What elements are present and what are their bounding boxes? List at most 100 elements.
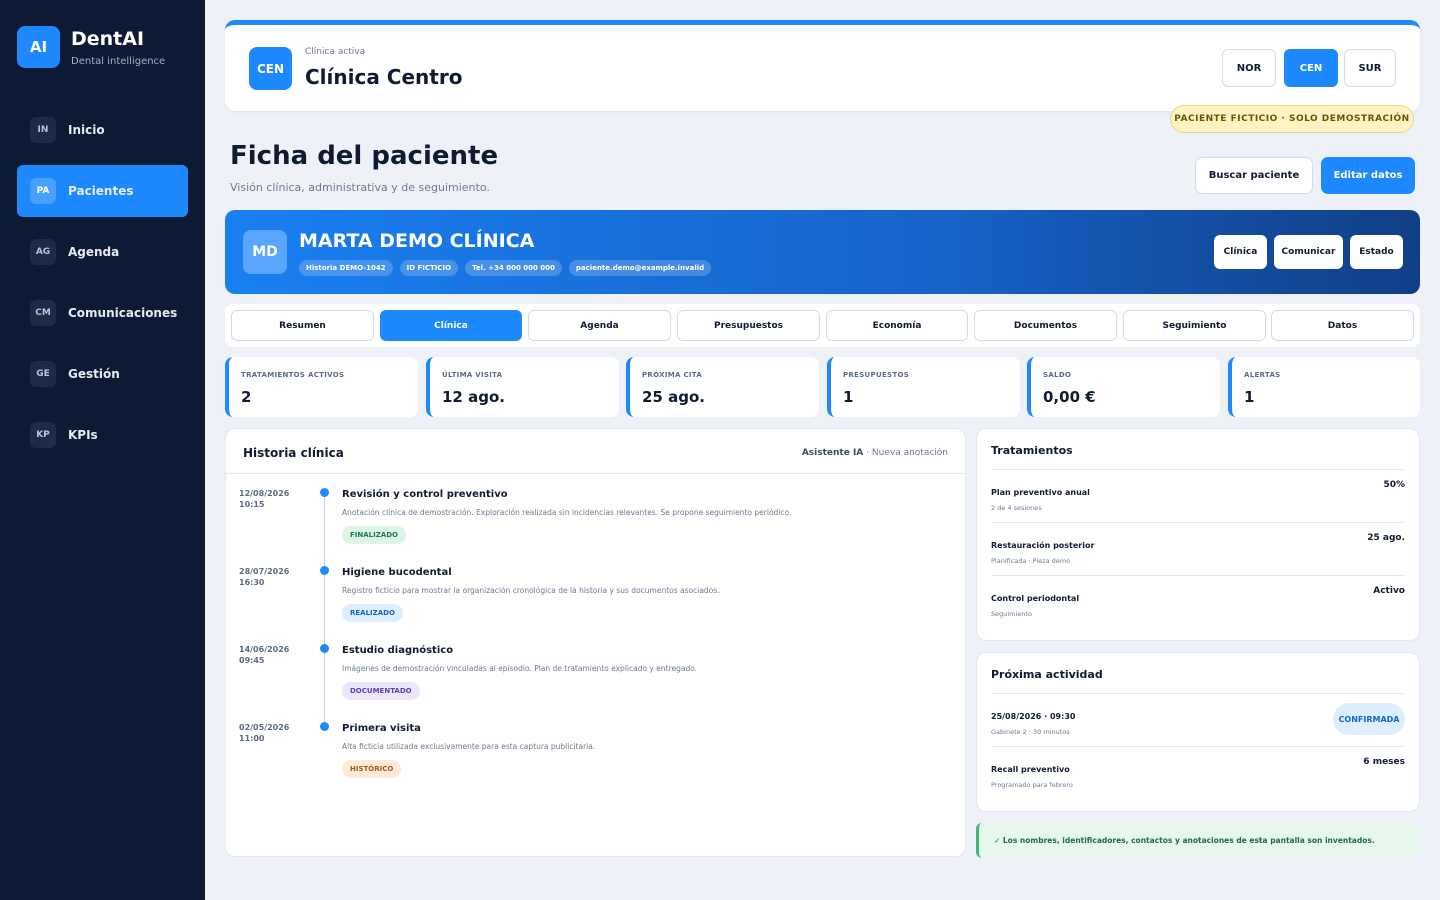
search-patient-button[interactable]: Buscar paciente: [1195, 157, 1313, 194]
entry-description: Alta ficticia utilizada exclusivamente p…: [342, 742, 596, 751]
new-note-link[interactable]: Nueva anotación: [872, 448, 948, 458]
sidebar-item-label: Comunicaciones: [68, 306, 178, 320]
patient-tabs: Resumen Clínica Agenda Presupuestos Econ…: [225, 304, 1420, 347]
patient-name: MARTA DEMO CLÍNICA: [299, 230, 535, 252]
status-badge: CONFIRMADA: [1333, 703, 1405, 735]
sidebar-item-label: Agenda: [68, 245, 120, 259]
clinical-history-card: Historia clínica Asistente IA · Nueva an…: [225, 428, 966, 857]
treatments-card: Tratamientos Plan preventivo anual 2 de …: [976, 428, 1420, 641]
divider: [991, 575, 1405, 576]
kpi-value: 2: [241, 388, 252, 406]
history-actions: Asistente IA · Nueva anotación: [802, 448, 948, 458]
timeline-entry[interactable]: 28/07/2026 16:30 Higiene bucodental Regis…: [226, 566, 967, 644]
kpi-value: 0,00 €: [1043, 388, 1096, 406]
clinic-label: Clínica activa: [305, 47, 366, 57]
brand-name: DentAI: [71, 28, 145, 50]
row-value: Activo: [1373, 586, 1405, 596]
row-subtitle: Planificada · Pieza demo: [991, 557, 1071, 565]
timeline-dot: [320, 644, 329, 653]
edit-data-button[interactable]: Editar datos: [1321, 157, 1415, 194]
next-activity-card: Próxima actividad 25/08/2026 · 09:30 Gab…: [976, 652, 1420, 812]
divider: [991, 469, 1405, 470]
sidebar-item-kpis[interactable]: KP KPIs: [17, 409, 188, 461]
treatments-title: Tratamientos: [991, 444, 1073, 457]
row-value: 50%: [1383, 480, 1405, 490]
row-title: Plan preventivo anual: [991, 488, 1090, 497]
kpi-active-treatments: TRATAMIENTOS ACTIVOS 2: [225, 357, 418, 417]
entry-title: Revisión y control preventivo: [342, 489, 508, 500]
avatar: MD: [243, 230, 287, 274]
row-value: 6 meses: [1363, 757, 1405, 767]
clinic-option-nor[interactable]: NOR: [1222, 49, 1276, 87]
sidebar-item-label: KPIs: [68, 428, 98, 442]
tab-datos[interactable]: Datos: [1271, 310, 1414, 341]
timeline-dot: [320, 488, 329, 497]
brand-logo: AI: [17, 26, 60, 68]
row-subtitle: Seguimiento: [991, 610, 1032, 618]
demo-badge: PACIENTE FICTICIO · SOLO DEMOSTRACIÓN: [1170, 105, 1414, 133]
divider: [226, 473, 965, 474]
tab-seguimiento[interactable]: Seguimiento: [1123, 310, 1266, 341]
tab-economia[interactable]: Economía: [826, 310, 968, 341]
clinic-name: Clínica Centro: [305, 65, 463, 89]
sidebar-item-pacientes[interactable]: PA Pacientes: [17, 165, 188, 217]
clinic-option-cen[interactable]: CEN: [1284, 49, 1338, 87]
row-title: Control periodontal: [991, 594, 1080, 603]
history-id-chip: Historia DEMO-1042: [299, 260, 393, 276]
tab-presupuestos[interactable]: Presupuestos: [677, 310, 820, 341]
tab-resumen[interactable]: Resumen: [231, 310, 374, 341]
divider: [991, 522, 1405, 523]
activity-title: Próxima actividad: [991, 668, 1103, 681]
phone-chip: Tel. +34 000 000 000: [465, 260, 562, 276]
sidebar-item-gestion[interactable]: GE Gestión: [17, 348, 188, 400]
kpi-balance: SALDO 0,00 €: [1027, 357, 1220, 417]
row-subtitle: Gabinete 2 · 30 minutos: [991, 728, 1070, 736]
timeline-entry[interactable]: 12/08/2026 10:15 Revisión y control preve…: [226, 488, 967, 566]
fictitious-id-chip: ID FICTICIO: [399, 260, 459, 276]
status-badge: HISTÓRICO: [342, 760, 402, 778]
row-title: Recall preventivo: [991, 765, 1070, 774]
sidebar: AI DentAI Dental intelligence IN Inicio …: [0, 0, 205, 900]
tab-agenda[interactable]: Agenda: [528, 310, 671, 341]
communications-icon: CM: [30, 300, 56, 326]
sidebar-item-inicio[interactable]: IN Inicio: [17, 104, 188, 156]
entry-description: Imágenes de demostración vinculadas al e…: [342, 664, 698, 673]
tab-documentos[interactable]: Documentos: [974, 310, 1117, 341]
home-icon: IN: [30, 117, 56, 143]
kpi-label: ÚLTIMA VISITA: [442, 371, 503, 379]
brand-subtitle: Dental intelligence: [71, 56, 166, 67]
kpi-value: 1: [1244, 388, 1255, 406]
divider: [991, 746, 1405, 747]
sidebar-item-agenda[interactable]: AG Agenda: [17, 226, 188, 278]
kpi-budgets: PRESUPUESTOS 1: [827, 357, 1020, 417]
row-title: 25/08/2026 · 09:30: [991, 712, 1076, 721]
email-chip: paciente.demo@example.invalid: [568, 260, 712, 276]
status-button[interactable]: Estado: [1350, 235, 1403, 269]
kpi-label: PRÓXIMA CITA: [642, 371, 703, 379]
kpi-label: PRESUPUESTOS: [843, 371, 910, 379]
tab-clinica[interactable]: Clínica: [380, 310, 522, 341]
entry-date: 14/06/2026 09:45: [239, 645, 290, 665]
row-title: Restauración posterior: [991, 541, 1095, 550]
entry-date: 28/07/2026 16:30: [239, 567, 290, 587]
sidebar-item-label: Inicio: [68, 123, 105, 137]
clinic-card: CEN Clínica activa Clínica Centro NOR CE…: [225, 20, 1420, 111]
row-subtitle: 2 de 4 sesiones: [991, 504, 1042, 512]
ai-assistant-link[interactable]: Asistente IA: [802, 448, 863, 458]
communicate-button[interactable]: Comunicar: [1274, 235, 1343, 269]
status-badge: DOCUMENTADO: [342, 682, 420, 700]
sidebar-item-comunicaciones[interactable]: CM Comunicaciones: [17, 287, 188, 339]
entry-title: Estudio diagnóstico: [342, 645, 454, 656]
page-title: Ficha del paciente: [230, 141, 499, 171]
kpi-label: ALERTAS: [1244, 371, 1281, 379]
timeline-entry[interactable]: 14/06/2026 09:45 Estudio diagnóstico Imág…: [226, 644, 967, 722]
entry-date: 12/08/2026 10:15: [239, 489, 290, 509]
timeline-entry[interactable]: 02/05/2026 11:00 Primera visita Alta fict…: [226, 722, 967, 800]
row-subtitle: Programado para febrero: [991, 781, 1073, 789]
clinic-action-button[interactable]: Clínica: [1214, 235, 1267, 269]
kpi-last-visit: ÚLTIMA VISITA 12 ago.: [426, 357, 619, 417]
kpi-next-appointment: PRÓXIMA CITA 25 ago.: [626, 357, 819, 417]
timeline-dot: [320, 566, 329, 575]
clinic-option-sur[interactable]: SUR: [1344, 49, 1396, 87]
kpi-label: TRATAMIENTOS ACTIVOS: [241, 371, 345, 379]
